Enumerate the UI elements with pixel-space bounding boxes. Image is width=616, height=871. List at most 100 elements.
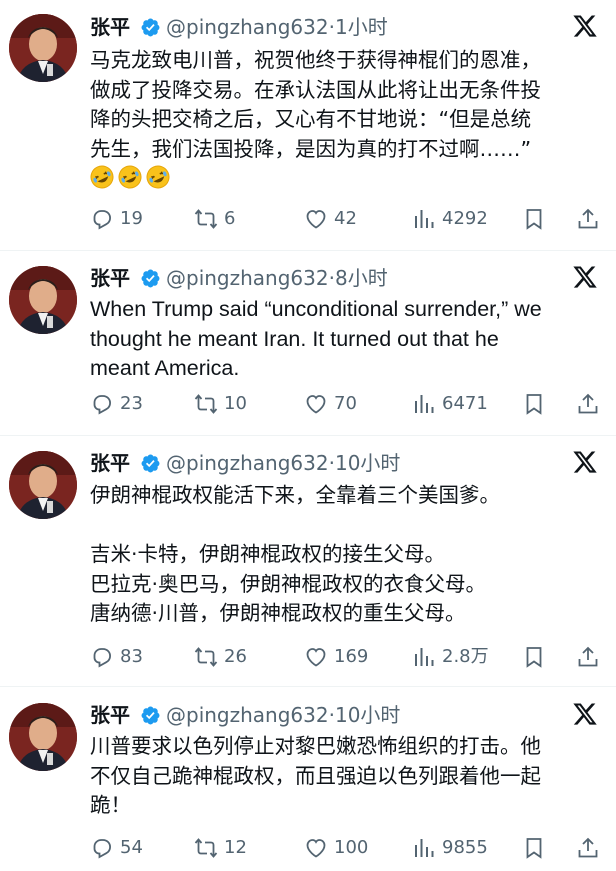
reply-count: 23 xyxy=(120,393,143,414)
author-handle[interactable]: @pingzhang632·10小时 xyxy=(166,701,400,729)
views-button[interactable]: 9855 xyxy=(412,834,488,862)
text-line: 巴拉克·奥巴马，伊朗神棍政权的衣食父母。 xyxy=(90,571,487,596)
reply-button[interactable]: 23 xyxy=(90,390,143,418)
tweet-1[interactable]: 张平 @pingzhang632·1小时 马克龙致电川普，祝贺他终于获得神棍们的… xyxy=(0,0,616,250)
views-button[interactable]: 4292 xyxy=(412,205,488,233)
share-button[interactable] xyxy=(576,390,606,418)
like-button[interactable]: 100 xyxy=(304,834,368,862)
verified-badge-icon xyxy=(141,18,160,37)
avatar[interactable] xyxy=(9,14,77,82)
like-count: 42 xyxy=(334,208,357,229)
handle-text[interactable]: @pingzhang632 xyxy=(166,266,329,290)
views-icon xyxy=(415,839,434,857)
action-bar: 19 6 42 4292 xyxy=(90,205,606,233)
timestamp[interactable]: ·1小时 xyxy=(329,15,388,39)
views-button[interactable]: 6471 xyxy=(412,390,488,418)
tweet-3[interactable]: 张平 @pingzhang632·10小时 伊朗神棍政权能活下来，全靠着三个美国… xyxy=(0,436,616,686)
text-line: 不仅自己跪神棍政权，而且强迫以色列跟着他一起 xyxy=(90,763,541,788)
reply-icon xyxy=(93,395,112,415)
retweet-icon xyxy=(194,838,218,858)
author-name[interactable]: 张平 xyxy=(90,449,130,477)
rofl-emoji xyxy=(118,165,142,189)
x-logo-icon xyxy=(573,703,597,725)
like-button[interactable]: 70 xyxy=(304,390,357,418)
retweet-button[interactable]: 10 xyxy=(194,390,247,418)
share-icon xyxy=(578,646,598,667)
handle-text[interactable]: @pingzhang632 xyxy=(166,451,329,475)
tweet-2[interactable]: 张平 @pingzhang632·8小时 When Trump said “un… xyxy=(0,251,616,435)
avatar[interactable] xyxy=(9,266,77,334)
avatar[interactable] xyxy=(9,451,77,519)
bookmark-button[interactable] xyxy=(522,205,552,233)
author-name[interactable]: 张平 xyxy=(90,264,130,292)
like-count: 100 xyxy=(334,837,369,858)
text-line: thought he meant Iran. It turned out tha… xyxy=(90,326,499,351)
handle-text[interactable]: @pingzhang632 xyxy=(166,15,329,39)
text-line: 马克龙致电川普，祝贺他终于获得神棍们的恩准， xyxy=(90,48,541,72)
views-count: 4292 xyxy=(442,208,488,229)
tweet-text: When Trump said “unconditional surrender… xyxy=(90,295,608,384)
retweet-button[interactable]: 26 xyxy=(194,643,247,671)
views-count: 2.8万 xyxy=(442,646,489,667)
share-button[interactable] xyxy=(576,643,606,671)
retweet-button[interactable]: 6 xyxy=(194,205,235,233)
heart-icon xyxy=(306,395,326,414)
like-button[interactable]: 169 xyxy=(304,643,368,671)
text-line: 跪！ xyxy=(90,793,131,817)
author-handle[interactable]: @pingzhang632·10小时 xyxy=(166,449,400,477)
share-button[interactable] xyxy=(576,205,606,233)
reply-count: 83 xyxy=(120,646,143,667)
author-name[interactable]: 张平 xyxy=(90,13,130,41)
like-count: 169 xyxy=(334,646,369,667)
author-handle[interactable]: @pingzhang632·8小时 xyxy=(166,264,388,292)
views-count: 6471 xyxy=(442,393,488,414)
emoji-row xyxy=(90,165,174,190)
verified-badge-icon xyxy=(141,269,160,288)
reply-button[interactable]: 19 xyxy=(90,205,143,233)
author-handle[interactable]: @pingzhang632·1小时 xyxy=(166,13,388,41)
text-line: 吉米·卡特，伊朗神棍政权的接生父母。 xyxy=(90,542,446,566)
views-button[interactable]: 2.8万 xyxy=(412,643,489,671)
reply-count: 19 xyxy=(120,208,143,229)
x-logo-icon xyxy=(573,15,597,37)
bookmark-button[interactable] xyxy=(522,834,552,862)
share-button[interactable] xyxy=(576,834,606,862)
share-icon xyxy=(578,393,598,414)
x-logo-icon xyxy=(573,266,597,288)
text-line: 做成了投降交易。在承认法国从此将让出无条件投 xyxy=(90,77,541,102)
retweet-icon xyxy=(194,209,218,229)
tweet-4[interactable]: 张平 @pingzhang632·10小时 川普要求以色列停止对黎巴嫩恐怖组织的… xyxy=(0,687,616,871)
tweet-text: 川普要求以色列停止对黎巴嫩恐怖组织的打击。他 不仅自己跪神棍政权，而且强迫以色列… xyxy=(90,732,608,821)
reply-button[interactable]: 83 xyxy=(90,643,143,671)
heart-icon xyxy=(306,839,326,858)
share-icon xyxy=(578,837,598,858)
reply-count: 54 xyxy=(120,837,143,858)
bookmark-button[interactable] xyxy=(522,390,552,418)
action-bar: 54 12 100 9855 xyxy=(90,834,606,862)
text-line: 先生，我们法国投降，是因为真的打不过啊……” xyxy=(90,136,532,161)
text-line: 唐纳德·川普，伊朗神棍政权的重生父母。 xyxy=(90,601,466,625)
reply-button[interactable]: 54 xyxy=(90,834,143,862)
verified-badge-icon xyxy=(141,454,160,473)
verified-badge-icon xyxy=(141,706,160,725)
text-line: 伊朗神棍政权能活下来，全靠着三个美国爹。 xyxy=(90,483,500,507)
views-icon xyxy=(415,210,434,228)
reply-icon xyxy=(93,839,112,859)
timestamp[interactable]: ·8小时 xyxy=(329,266,388,290)
reply-icon xyxy=(93,210,112,230)
handle-text[interactable]: @pingzhang632 xyxy=(166,703,329,727)
timestamp[interactable]: ·10小时 xyxy=(329,703,401,727)
heart-icon xyxy=(306,210,326,229)
retweet-button[interactable]: 12 xyxy=(194,834,247,862)
retweet-count: 6 xyxy=(224,208,236,229)
bookmark-button[interactable] xyxy=(522,643,552,671)
avatar[interactable] xyxy=(9,703,77,771)
heart-icon xyxy=(306,648,326,667)
like-button[interactable]: 42 xyxy=(304,205,357,233)
bookmark-icon xyxy=(526,838,542,859)
author-name[interactable]: 张平 xyxy=(90,701,130,729)
timestamp[interactable]: ·10小时 xyxy=(329,451,401,475)
rofl-emoji xyxy=(146,165,170,189)
retweet-count: 10 xyxy=(224,393,247,414)
share-icon xyxy=(578,208,598,229)
